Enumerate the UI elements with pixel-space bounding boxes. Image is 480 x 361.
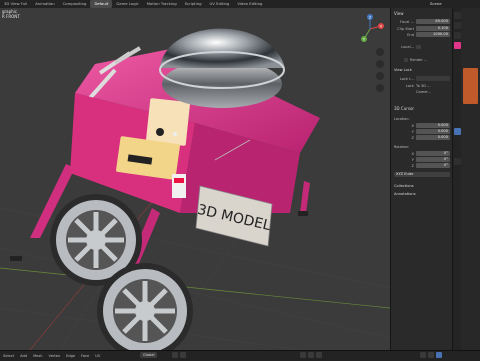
collections-section-header[interactable]: Collections [394, 184, 414, 188]
lock-to-object-row: Lock t... [394, 76, 450, 81]
clip-end-field[interactable]: 1000.00 [416, 32, 450, 37]
pan-hand-icon[interactable] [376, 60, 384, 68]
rot-z-label: Z [411, 163, 414, 168]
y-axis-line [0, 267, 390, 309]
tab-animation[interactable]: Animation [31, 0, 58, 8]
lock-label: Lock [405, 83, 414, 88]
scene-render: 3D MODEL [0, 28, 390, 350]
focal-length-label: Focal ... [400, 19, 414, 24]
tab-game-logic[interactable]: Game Logic [112, 0, 142, 8]
tab-compositing[interactable]: Compositing [59, 0, 91, 8]
cursor-loc-y-field[interactable]: 0.000 [416, 129, 450, 134]
rotation-mode-dropdown[interactable]: XYZ Euler [394, 172, 450, 177]
lock-object-field[interactable] [416, 76, 450, 81]
cursor-loc-y-row: Y 0.000 [394, 129, 450, 134]
tab-default[interactable]: Default [90, 0, 113, 8]
render-region-label: Render ... [410, 57, 428, 62]
cursor-loc-z-row: Z 0.000 [394, 135, 450, 140]
output-tab-icon[interactable] [454, 32, 461, 39]
lock-camera-row: Camer... [394, 89, 450, 94]
material-tab-icon[interactable] [454, 158, 461, 165]
outliner-panel[interactable] [461, 8, 480, 350]
menu-vertex[interactable]: Vertex [46, 354, 64, 358]
clip-start-field[interactable]: 0.100 [416, 26, 450, 31]
tab-uv-editing[interactable]: UV Editing [206, 0, 234, 8]
cursor-rot-y-row: Y 0° [394, 157, 450, 162]
face-select-icon[interactable] [316, 352, 322, 358]
render-tab-icon[interactable] [454, 22, 461, 29]
modifier-tab-icon[interactable] [454, 128, 461, 135]
loc-x-label: X [411, 123, 414, 128]
pivot-point-icon[interactable] [172, 352, 178, 358]
menu-mesh[interactable]: Mesh [30, 354, 45, 358]
tab-3d-view-full[interactable]: 3D View Full [0, 0, 31, 8]
tool-tab-icon[interactable] [454, 12, 461, 19]
tab-video-editing[interactable]: Video Editing [233, 0, 266, 8]
cursor-rot-x-row: X 0° [394, 151, 450, 156]
object-tab-icon[interactable] [454, 42, 461, 49]
menu-uv[interactable]: UV [92, 354, 103, 358]
annotations-section-header[interactable]: Annotations [394, 192, 416, 196]
lock-to-object-label: Lock t... [399, 76, 414, 81]
clip-start-label: Clip Start [397, 26, 414, 31]
cursor-loc-x-field[interactable]: 0.000 [416, 123, 450, 128]
rotation-mode-row: XYZ Euler [394, 172, 450, 177]
transform-orientation-dropdown[interactable]: Global [140, 352, 158, 358]
properties-side-panel: View Focal ... 60.000 Clip Start 0.100 E… [390, 8, 453, 350]
lock-to-3d-cursor-option[interactable]: To 3D ... [416, 84, 431, 88]
loc-z-label: Z [411, 135, 414, 140]
scene-selector[interactable]: Scene [430, 0, 442, 8]
viewport-info: graphic R FRONT [0, 8, 22, 20]
lock-camera-option[interactable]: Camer... [416, 90, 431, 94]
local-camera-checkbox[interactable] [416, 44, 421, 49]
rot-x-label: X [411, 151, 414, 156]
3d-viewport[interactable]: 3D MODEL graphic R FRONT X Y Z [0, 8, 390, 350]
camera-icon[interactable] [376, 72, 384, 80]
clip-start-row: Clip Start 0.100 [394, 26, 450, 31]
cursor-rot-x-field[interactable]: 0° [416, 151, 450, 156]
cursor-loc-x-row: X 0.000 [394, 123, 450, 128]
menu-edge[interactable]: Edge [63, 354, 78, 358]
workspace-tabs: 3D View Full Animation Compositing Defau… [0, 0, 266, 8]
menu-face[interactable]: Face [78, 354, 92, 358]
local-camera-label: Local... [401, 44, 414, 49]
focal-length-field[interactable]: 60.000 [416, 19, 450, 24]
snap-icon[interactable] [180, 352, 186, 358]
clip-end-label: End [407, 32, 414, 37]
viewport-header-bar: Select Add Mesh Vertex Edge Face UV [0, 350, 480, 361]
location-label: Location: [394, 116, 410, 121]
tab-motion-tracking[interactable]: Motion Tracking [143, 0, 181, 8]
cursor-loc-z-field[interactable]: 0.000 [416, 135, 450, 140]
shading-solid-icon[interactable] [420, 352, 426, 358]
focal-length-row: Focal ... 60.000 [394, 19, 450, 24]
menu-add[interactable]: Add [17, 354, 30, 358]
cursor-rot-z-row: Z 0° [394, 163, 450, 168]
grid-icon[interactable] [376, 84, 384, 92]
cursor-rot-z-field[interactable]: 0° [416, 163, 450, 168]
rotation-label: Rotation: [394, 144, 410, 149]
rot-y-label: Y [411, 157, 414, 162]
local-camera-row: Local... [394, 44, 450, 49]
menu-select[interactable]: Select [0, 354, 17, 358]
view-section-header[interactable]: View [394, 11, 404, 16]
cotton-candy-cart [10, 28, 320, 350]
material-preview-thumbnail [463, 68, 478, 104]
zoom-icon[interactable] [376, 48, 384, 56]
clip-end-row: End 1000.00 [394, 32, 450, 37]
shading-rendered-icon[interactable] [436, 352, 442, 358]
3d-cursor-section-header[interactable]: 3D Cursor [394, 106, 414, 111]
view-lock-header[interactable]: View Lock [394, 68, 412, 72]
lock-3d-cursor-row: Lock To 3D ... [394, 83, 450, 88]
viewport-info-line2: R FRONT [2, 14, 20, 19]
tab-scripting[interactable]: Scripting [181, 0, 206, 8]
loc-y-label: Y [411, 129, 414, 134]
render-region-row: Render ... [394, 57, 450, 62]
cursor-rot-y-field[interactable]: 0° [416, 157, 450, 162]
navigation-gizmo[interactable]: X Y Z [355, 14, 385, 44]
shading-material-icon[interactable] [428, 352, 434, 358]
edge-select-icon[interactable] [308, 352, 314, 358]
vertex-select-icon[interactable] [300, 352, 306, 358]
